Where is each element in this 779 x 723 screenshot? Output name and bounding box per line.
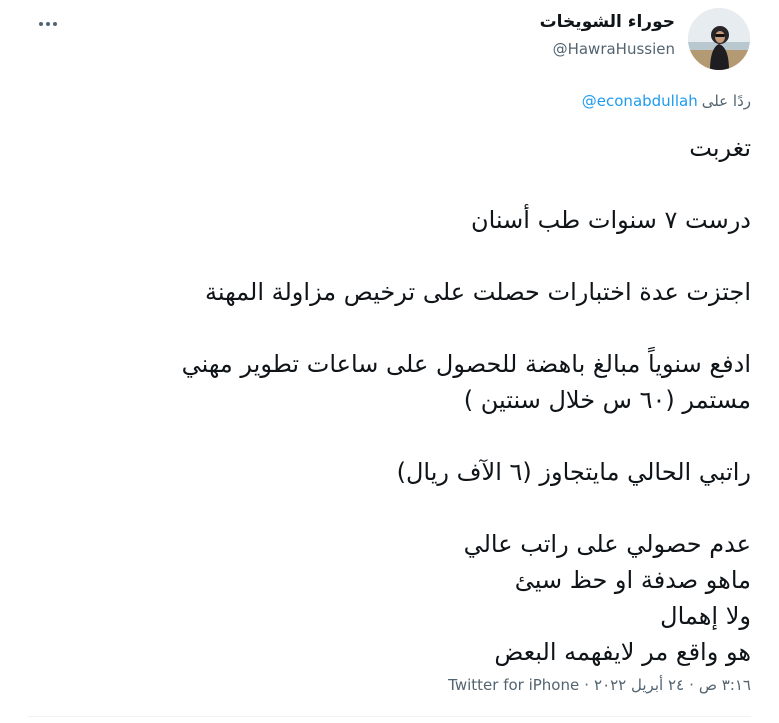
tweet-line: ماهو صدفة او حظ سيئ [514, 566, 751, 594]
tweet-source-link[interactable]: Twitter for iPhone [448, 676, 579, 694]
tweet-date[interactable]: ٢٤ أبريل ٢٠٢٢ [594, 676, 684, 694]
tweet-line: ادفع سنوياً مبالغ باهضة للحصول على ساعات… [181, 350, 751, 378]
tweet-line: ولا إهمال [660, 602, 751, 630]
avatar-image [688, 8, 750, 70]
reply-context: @econabdullah ردًا على [582, 92, 751, 110]
avatar[interactable] [688, 8, 750, 70]
more-dot [46, 22, 50, 26]
meta-separator: · [584, 676, 590, 694]
tweet-line [51, 166, 751, 202]
more-options-button[interactable] [34, 12, 62, 36]
tweet-time[interactable]: ٣:١٦ ص [699, 676, 751, 694]
tweet-meta: Twitter for iPhone · ٢٤ أبريل ٢٠٢٢ · ٣:١… [448, 676, 751, 694]
more-dot [39, 22, 43, 26]
tweet-line: مستمر (٦٠ س خلال سنتين ) [463, 386, 751, 414]
tweet-line: تغربت [689, 134, 751, 162]
author-handle[interactable]: @HawraHussien [553, 40, 675, 58]
tweet-line [51, 238, 751, 274]
tweet-card: حوراء الشويخات @HawraHussien @econabdull… [0, 0, 779, 723]
tweet-line: هو واقع مر لايفهمه البعض [494, 638, 751, 666]
more-dot [53, 22, 57, 26]
reply-mention-link[interactable]: @econabdullah [582, 92, 698, 110]
author-name[interactable]: حوراء الشويخات [540, 12, 675, 32]
tweet-line: راتبي الحالي مايتجاوز (٦ الآف ريال) [396, 458, 751, 486]
tweet-line [51, 490, 751, 526]
tweet-line: اجتزت عدة اختبارات حصلت على ترخيص مزاولة… [204, 278, 751, 306]
tweet-line: عدم حصولي على راتب عالي [463, 530, 751, 558]
meta-separator: · [689, 676, 694, 694]
divider [28, 716, 751, 717]
tweet-line: درست ٧ سنوات طب أسنان [470, 206, 751, 234]
tweet-line [51, 418, 751, 454]
reply-prefix: ردًا على [701, 92, 751, 110]
tweet-text: تغربت درست ٧ سنوات طب أسنان اجتزت عدة اخ… [51, 130, 751, 670]
tweet-line [51, 310, 751, 346]
